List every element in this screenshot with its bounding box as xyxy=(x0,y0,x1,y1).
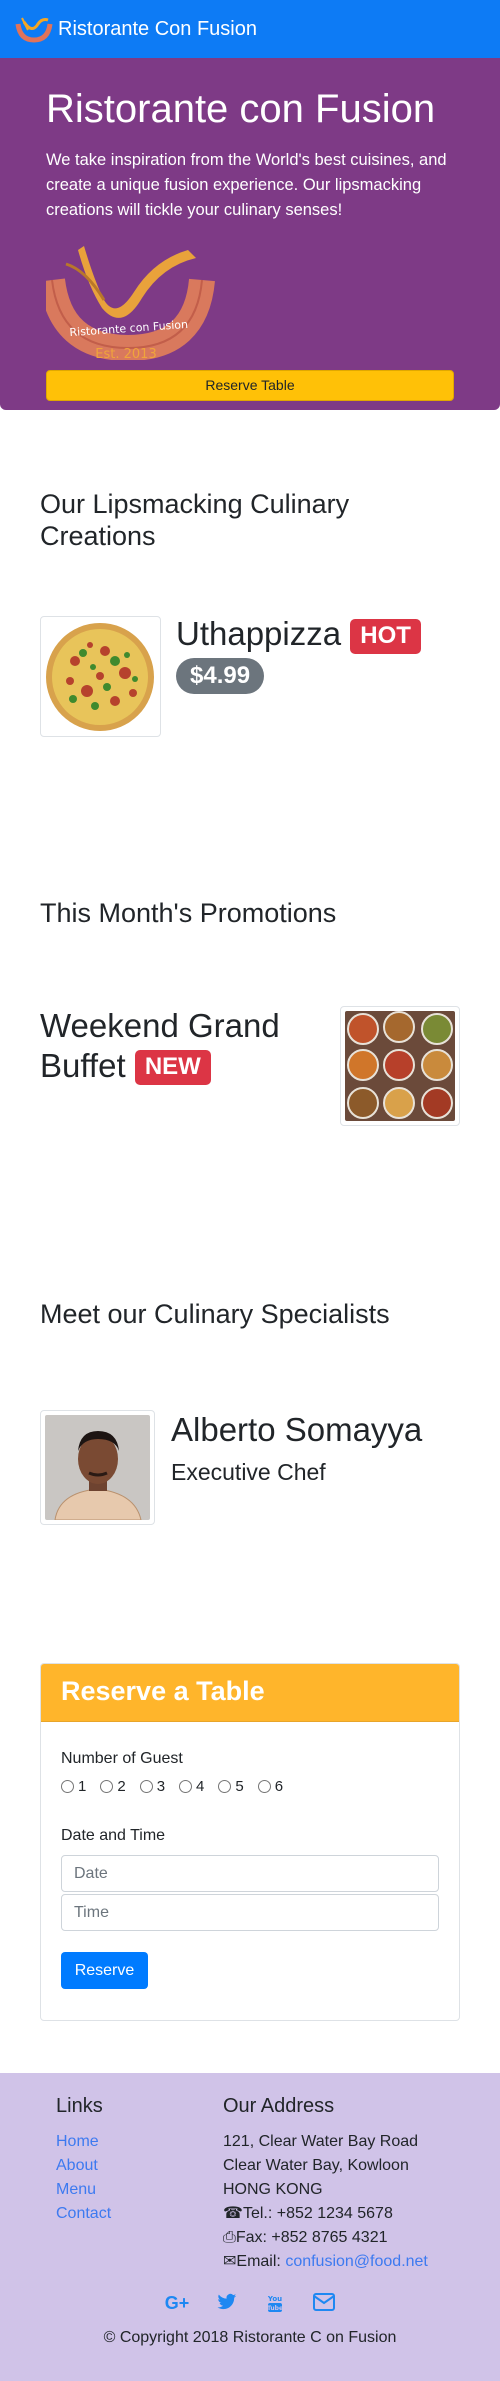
promotion-name-line1: Weekend Grand xyxy=(40,1007,280,1044)
leader-designation: Executive Chef xyxy=(171,1459,326,1485)
email-line: ✉Email: confusion@food.net xyxy=(223,2250,428,2274)
fax-text: Fax: +852 8765 4321 xyxy=(235,2229,388,2246)
radio-label: 2 xyxy=(117,1778,126,1795)
svg-text:Est. 2013: Est. 2013 xyxy=(95,347,156,360)
promotion-image[interactable] xyxy=(340,1006,460,1126)
tel-line: ☎Tel.: +852 1234 5678 xyxy=(223,2202,428,2226)
radio-button[interactable] xyxy=(179,1780,193,1793)
footer-link-menu[interactable]: Menu xyxy=(56,2178,111,2202)
dishes-section-title: Our Lipsmacking Culinary Creations xyxy=(40,489,350,552)
footer: Links Home About Menu Contact Our Addres… xyxy=(0,2073,500,2381)
price-badge: $4.99 xyxy=(176,658,265,694)
links-heading: Links xyxy=(56,2095,103,2117)
chef-portrait xyxy=(45,1415,150,1521)
guest-radio-2[interactable]: 2 xyxy=(100,1778,126,1795)
tel-text: Tel.: +852 1234 5678 xyxy=(242,2205,393,2222)
jumbotron: Ristorante con Fusion We take inspiratio… xyxy=(0,58,500,410)
fax-line: ⎙Fax: +852 8765 4321 xyxy=(223,2226,428,2250)
buffet-image xyxy=(345,1011,455,1121)
youtube-icon[interactable]: You Tube xyxy=(265,2293,285,2318)
guest-radio-5[interactable]: 5 xyxy=(218,1778,244,1795)
email-link[interactable]: confusion@food.net xyxy=(285,2253,428,2270)
restaurant-logo-icon[interactable] xyxy=(14,14,54,44)
leader-image[interactable] xyxy=(40,1410,155,1525)
footer-link-contact[interactable]: Contact xyxy=(56,2202,111,2226)
promotion-title: Weekend Grand Buffet NEW xyxy=(40,1006,280,1086)
radio-label: 6 xyxy=(274,1778,284,1795)
guests-radio-group: 1 2 3 4 5 6 xyxy=(61,1778,439,1795)
radio-button[interactable] xyxy=(100,1780,114,1793)
footer-links: Links Home About Menu Contact xyxy=(56,2095,111,2226)
date-time-label: Date and Time xyxy=(61,1827,166,1844)
leader-name: Alberto Somayya xyxy=(171,1411,423,1448)
promotion-name-line2: Buffet xyxy=(40,1046,126,1084)
footer-link-home[interactable]: Home xyxy=(56,2130,111,2154)
reserve-form: Number of Guest 1 2 3 4 5 6 Date and Tim… xyxy=(41,1722,459,2017)
reserve-card-header: Reserve a Table xyxy=(41,1664,459,1722)
jumbotron-description: We take inspiration from the World's bes… xyxy=(46,151,447,219)
dish-title: Uthappizza HOT xyxy=(176,614,421,654)
reserve-submit-button[interactable]: Reserve xyxy=(61,1952,148,1989)
navbar-brand[interactable]: Ristorante Con Fusion xyxy=(58,18,257,41)
radio-label: 4 xyxy=(196,1778,205,1795)
guest-radio-6[interactable]: 6 xyxy=(257,1778,284,1795)
svg-text:Tube: Tube xyxy=(267,2305,283,2312)
new-badge: NEW xyxy=(134,1050,211,1086)
address-line-1: 121, Clear Water Bay Road xyxy=(223,2133,419,2150)
reserve-table-button[interactable]: Reserve Table xyxy=(46,370,454,402)
address-line-3: HONG KONG xyxy=(223,2181,323,2198)
guest-radio-1[interactable]: 1 xyxy=(61,1778,86,1795)
radio-button[interactable] xyxy=(139,1780,153,1793)
copyright: © Copyright 2018 Ristorante C on Fusion xyxy=(103,2329,397,2346)
radio-button[interactable] xyxy=(257,1780,271,1793)
reserve-table-card: Reserve a Table Number of Guest 1 2 3 4 … xyxy=(40,1663,460,2021)
envelope-icon: ✉ xyxy=(223,2253,237,2270)
svg-text:You: You xyxy=(267,2295,282,2303)
google-plus-icon[interactable]: G+ xyxy=(165,2293,190,2318)
dish-name: Uthappizza xyxy=(176,615,342,652)
footer-link-about[interactable]: About xyxy=(56,2154,111,2178)
guests-label: Number of Guest xyxy=(61,1750,183,1767)
promotions-section-title: This Month's Promotions xyxy=(40,898,337,928)
navbar: Ristorante Con Fusion xyxy=(0,0,500,58)
twitter-icon[interactable] xyxy=(217,2293,237,2318)
radio-label: 1 xyxy=(78,1778,87,1795)
footer-address: Our Address 121, Clear Water Bay Road Cl… xyxy=(223,2095,428,2274)
guest-radio-4[interactable]: 4 xyxy=(179,1778,204,1795)
pizza-image xyxy=(45,621,156,732)
dish-image[interactable] xyxy=(40,616,161,737)
guest-radio-3[interactable]: 3 xyxy=(139,1778,166,1795)
phone-icon: ☎ xyxy=(223,2205,243,2222)
address-heading: Our Address xyxy=(223,2095,335,2117)
leaders-section-title: Meet our Culinary Specialists xyxy=(40,1299,390,1329)
date-input[interactable]: Date xyxy=(61,1855,439,1892)
fax-icon: ⎙ xyxy=(223,2229,236,2246)
email-label: Email: xyxy=(236,2253,286,2270)
mail-icon[interactable] xyxy=(313,2293,336,2318)
hot-badge: HOT xyxy=(350,618,421,654)
radio-button[interactable] xyxy=(61,1780,74,1793)
address-line-2: Clear Water Bay, Kowloon xyxy=(223,2157,409,2174)
time-input[interactable]: Time xyxy=(61,1894,439,1931)
radio-label: 5 xyxy=(235,1778,244,1795)
restaurant-logo: Ristorante con Fusion Est. 2013 xyxy=(46,246,215,361)
dish-price-row: $4.99 xyxy=(176,658,265,694)
radio-label: 3 xyxy=(156,1778,166,1795)
jumbotron-title: Ristorante con Fusion xyxy=(46,87,436,131)
social-icons: G+ You Tube xyxy=(0,2293,500,2318)
radio-button[interactable] xyxy=(218,1780,232,1793)
